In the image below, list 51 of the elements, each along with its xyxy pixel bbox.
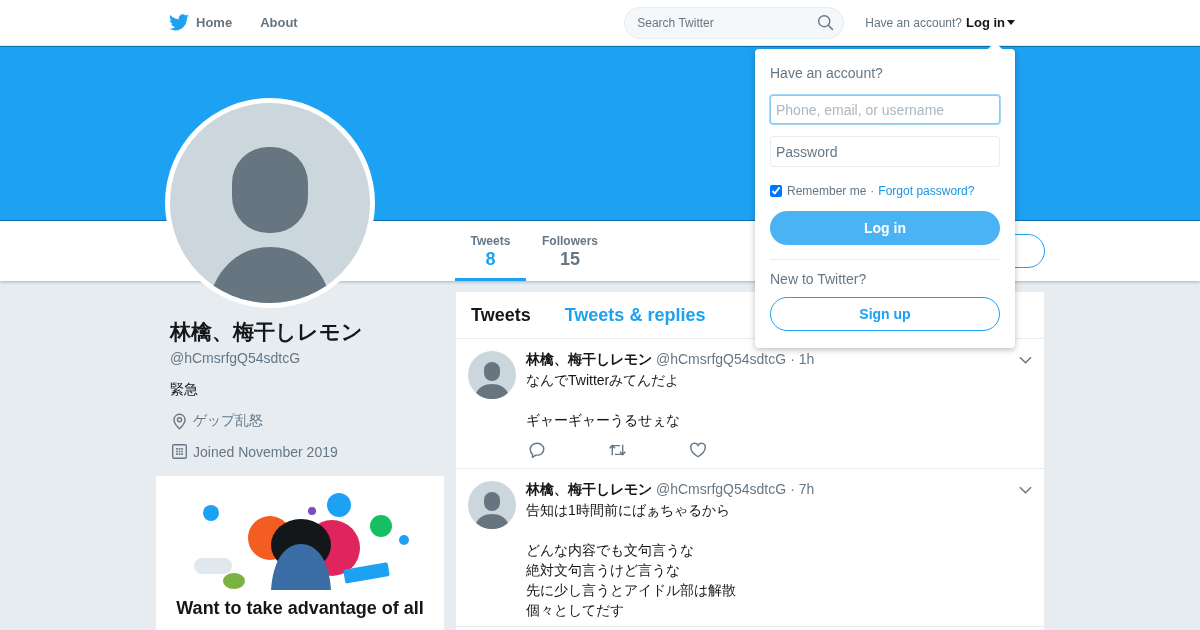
tweet-text: どんな内容でも文句言うな (526, 541, 694, 560)
caret-icon (1007, 20, 1015, 25)
profile-joined-date: Joined November 2019 (193, 443, 338, 460)
dropdown-heading: Have an account? (770, 65, 884, 81)
tweet-handle: @hCmsrfgQ54sdtcG (656, 351, 787, 367)
separator-dot: · (870, 184, 875, 198)
profile-location: ゲップ乱怒 (193, 412, 263, 430)
stat-tab[interactable]: Followers 15 (526, 221, 614, 281)
tweet-time: 1h (798, 351, 815, 367)
timeline-tab[interactable]: Tweets & replies (564, 304, 706, 326)
signup-prompt: New to Twitter? (770, 271, 868, 287)
account-prompt: Have an account? (865, 15, 962, 30)
separator-dot: · (790, 351, 795, 367)
login-button[interactable]: Log in (770, 211, 1000, 245)
profile-name: 林檎、梅干しレモン (168, 319, 364, 345)
nav-link[interactable]: Home (169, 14, 233, 31)
heart-icon (689, 441, 707, 459)
signup-button[interactable]: Sign up (770, 297, 1000, 331)
profile-handle: @hCmsrfgQ54sdtcG (169, 350, 302, 366)
tweet-text: なんでTwitterみてんだよ (526, 371, 680, 390)
chevron-down-icon (1019, 486, 1032, 494)
tweet-handle: @hCmsrfgQ54sdtcG (656, 481, 787, 497)
stat-tab[interactable]: Tweets 8 (455, 221, 526, 281)
remember-label: Remember me (787, 184, 867, 198)
forgot-password-link[interactable]: Forgot password? (878, 184, 975, 198)
tweet-time: 7h (798, 481, 815, 497)
tweet-text: 告知は1時間前にばぁちゃるから (526, 501, 730, 520)
password-field[interactable]: Password (770, 136, 1000, 167)
promo-title: Want to take advantage of all (176, 598, 424, 619)
search-field[interactable]: Search Twitter (624, 6, 845, 39)
profile-bio: 緊急 (169, 381, 199, 399)
chevron-down-icon (1019, 356, 1032, 364)
tweet-author: 林檎、梅干しレモン (526, 351, 652, 369)
tweet-text: 個々としてだす (526, 601, 624, 620)
separator-dot: · (790, 481, 795, 497)
calendar-icon (171, 443, 188, 460)
reply-icon (528, 441, 546, 459)
login-link[interactable]: Log in (966, 15, 1015, 30)
tweet-text: 絶対文句言うけど言うな (526, 561, 680, 580)
remember-checkbox[interactable] (770, 185, 782, 197)
username-field[interactable]: Phone, email, or username (770, 95, 1000, 124)
tweet-text: 先に少し言うとアイドル部は解散 (526, 581, 736, 600)
avatar-icon (468, 481, 516, 529)
location-pin-icon (171, 412, 188, 430)
search-icon (817, 13, 835, 31)
avatar-icon (468, 351, 516, 399)
tweet-author: 林檎、梅干しレモン (526, 481, 652, 499)
tweet-text: ギャーギャーうるせぇな (526, 411, 680, 430)
bird-icon (169, 14, 189, 31)
timeline-tab[interactable]: Tweets (471, 304, 531, 326)
nav-link[interactable]: About (260, 15, 298, 30)
